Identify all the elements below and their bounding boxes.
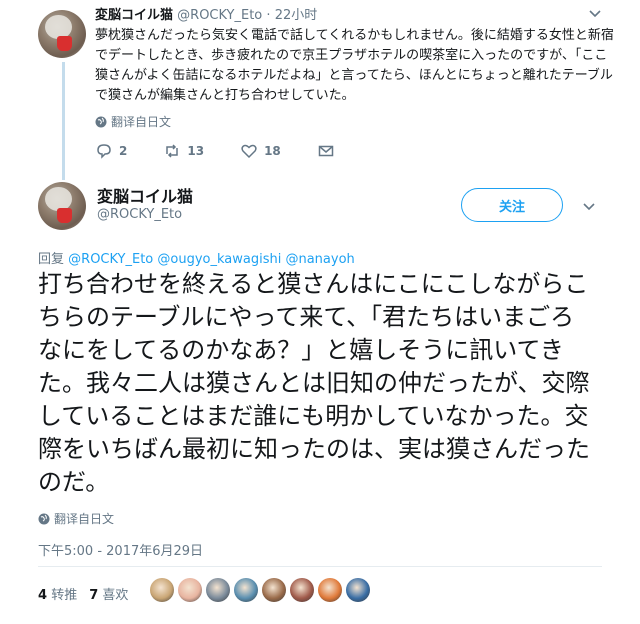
tweet-timestamp[interactable]: 下午5:00 - 2017年6月29日 <box>38 540 203 559</box>
globe-icon <box>38 513 50 524</box>
separator: · <box>266 8 271 23</box>
like-button[interactable]: 18 <box>240 142 281 160</box>
like-stat-count: 7 <box>89 588 99 603</box>
envelope-icon <box>318 145 334 157</box>
translate-label: 翻译自日文 <box>111 115 172 129</box>
follow-button[interactable]: 关注 <box>461 188 563 222</box>
thread-line <box>62 62 65 180</box>
retweet-icon <box>166 144 179 158</box>
globe-icon <box>95 116 107 127</box>
author-handle[interactable]: @ROCKY_Eto <box>97 207 182 222</box>
liker-avatar[interactable] <box>234 578 258 602</box>
avatar[interactable] <box>38 182 86 230</box>
author-name[interactable]: 変脳コイル猫 <box>95 8 173 23</box>
reply-icon <box>97 144 111 159</box>
like-stat[interactable]: 7 喜欢 <box>89 584 128 603</box>
liker-avatar[interactable] <box>318 578 342 602</box>
reply-label: 回复 <box>38 252 65 267</box>
tweet-time[interactable]: 22小时 <box>275 8 318 23</box>
reply-count: 2 <box>119 144 128 158</box>
chevron-down-icon[interactable] <box>582 199 596 213</box>
liker-avatar[interactable] <box>150 578 174 602</box>
author-name[interactable]: 変脳コイル猫 <box>97 183 193 207</box>
retweet-button[interactable]: 13 <box>163 142 204 160</box>
heart-icon <box>241 144 257 159</box>
divider <box>38 566 602 567</box>
translate-label: 翻译自日文 <box>54 512 115 526</box>
message-button[interactable] <box>317 142 335 160</box>
tweet-text: 夢枕獏さんだったら気安く電話で話してくれるかもしれません。後に結婚する女性と新宿… <box>95 28 614 103</box>
reply-context: 回复 @ROCKY_Eto @ougyo_kawagishi @nanayoh <box>38 248 355 267</box>
like-stat-label: 喜欢 <box>102 588 129 603</box>
mention-links[interactable]: @ROCKY_Eto @ougyo_kawagishi @nanayoh <box>68 252 355 267</box>
tweet-text: 打ち合わせを終えると獏さんはにこにこしながらこちらのテーブルにやって来て、「君た… <box>38 270 590 496</box>
tweet-actions: 2 13 18 <box>95 142 371 160</box>
reply-button[interactable]: 2 <box>95 142 127 160</box>
like-count: 18 <box>264 144 281 158</box>
retweet-stat[interactable]: 4 转推 <box>38 584 77 603</box>
liker-avatars <box>150 578 370 602</box>
author-handle[interactable]: @ROCKY_Eto <box>177 8 262 23</box>
translate-link[interactable]: 翻译自日文 <box>95 113 171 130</box>
translate-link[interactable]: 翻译自日文 <box>38 510 114 527</box>
retweet-stat-label: 转推 <box>51 588 78 603</box>
tweet-header: 変脳コイル猫 @ROCKY_Eto · 22小时 <box>95 7 317 24</box>
chevron-down-icon[interactable] <box>588 6 602 20</box>
liker-avatar[interactable] <box>262 578 286 602</box>
retweet-stat-count: 4 <box>38 588 48 603</box>
liker-avatar[interactable] <box>178 578 202 602</box>
tweet-stats: 4 转推 7 喜欢 <box>38 584 128 603</box>
avatar[interactable] <box>38 10 86 58</box>
liker-avatar[interactable] <box>206 578 230 602</box>
retweet-count: 13 <box>187 144 205 158</box>
liker-avatar[interactable] <box>346 578 370 602</box>
liker-avatar[interactable] <box>290 578 314 602</box>
